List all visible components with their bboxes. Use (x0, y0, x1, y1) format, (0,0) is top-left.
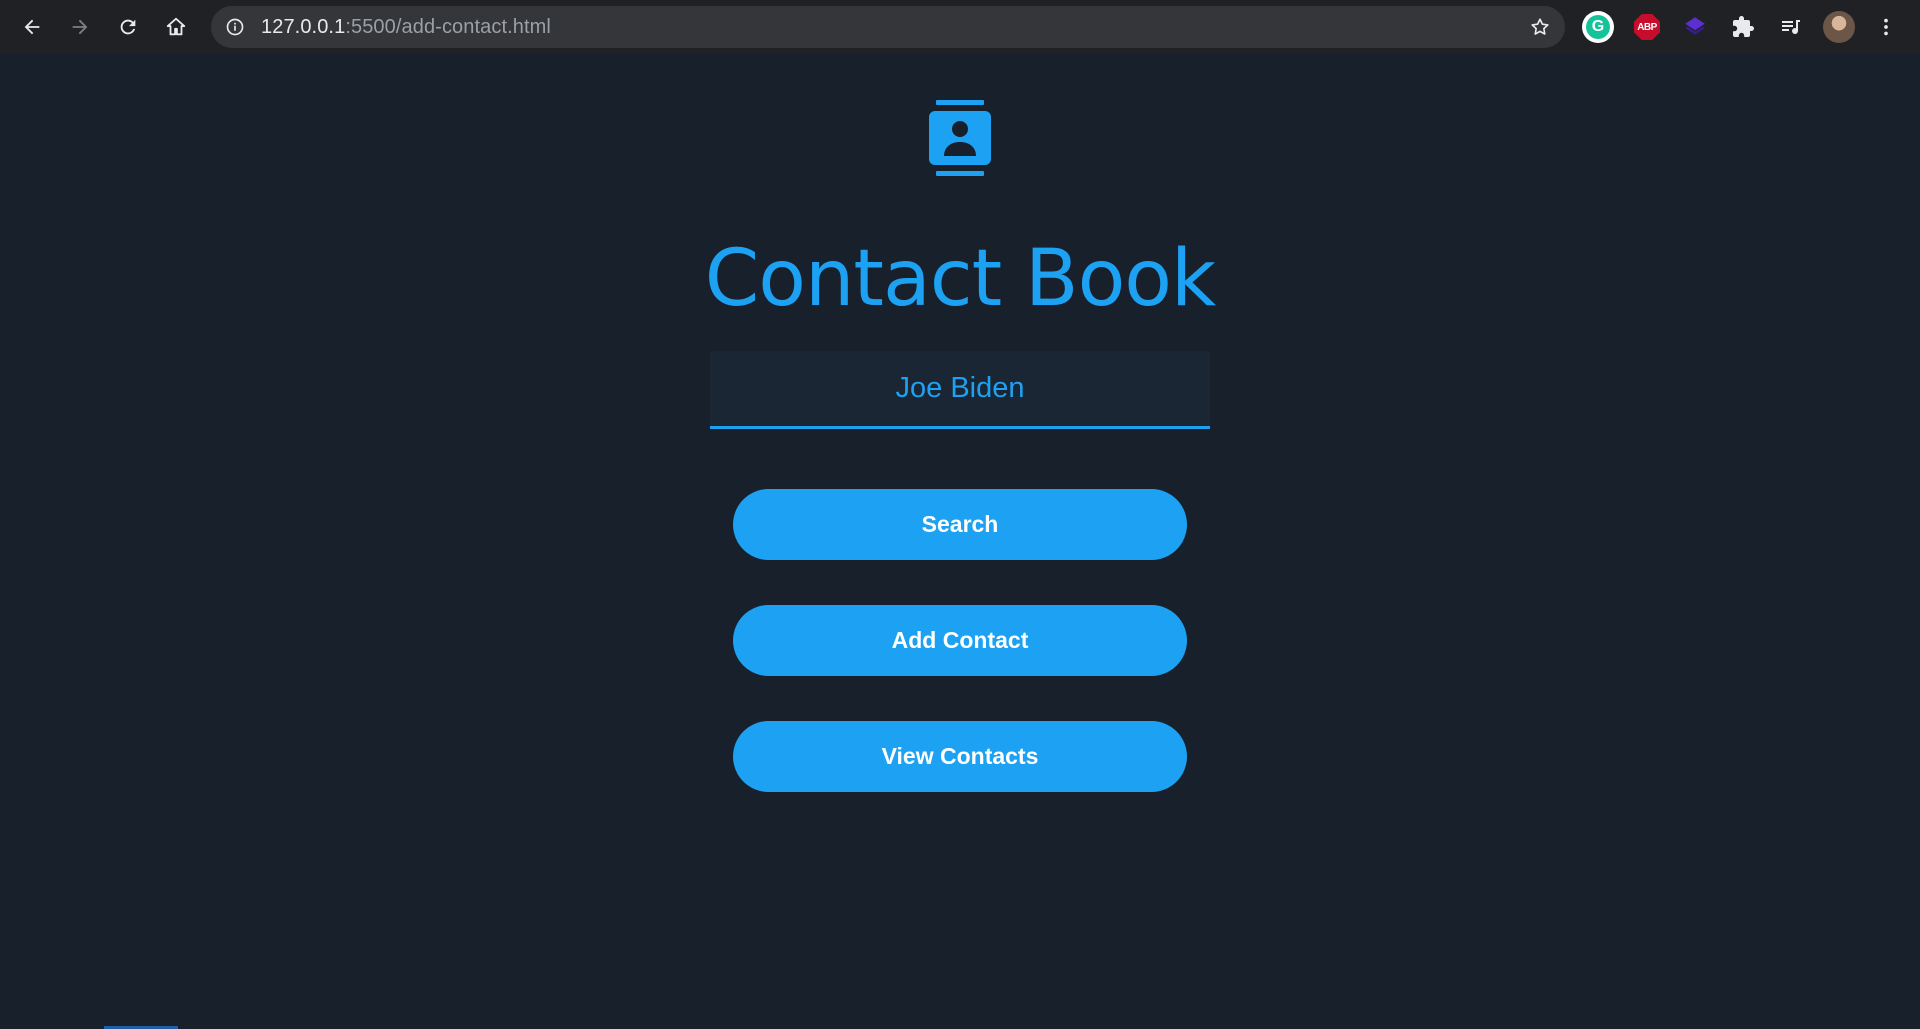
url-host: 127.0.0.1 (261, 16, 346, 38)
abp-label: ABP (1634, 14, 1660, 40)
back-arrow-icon[interactable] (14, 9, 50, 45)
search-button[interactable]: Search (733, 489, 1187, 560)
forward-arrow-icon[interactable] (62, 9, 98, 45)
site-info-icon[interactable] (225, 17, 245, 37)
view-contacts-button[interactable]: View Contacts (733, 721, 1187, 792)
bookmark-star-icon[interactable] (1529, 16, 1551, 38)
reload-icon[interactable] (110, 9, 146, 45)
browser-toolbar: 127.0.0.1:5500/add-contact.html G ABP (0, 0, 1920, 54)
purple-layers-icon[interactable] (1679, 11, 1711, 43)
address-bar[interactable]: 127.0.0.1:5500/add-contact.html (211, 6, 1565, 48)
search-input[interactable] (710, 351, 1210, 429)
media-queue-icon[interactable] (1775, 11, 1807, 43)
page-content: Contact Book Search Add Contact View Con… (0, 54, 1920, 1029)
puzzle-extensions-icon[interactable] (1727, 11, 1759, 43)
grammarly-icon[interactable]: G (1582, 11, 1614, 43)
url-path: :5500/add-contact.html (345, 16, 551, 38)
url-text[interactable]: 127.0.0.1:5500/add-contact.html (261, 6, 551, 48)
home-icon[interactable] (158, 9, 194, 45)
add-contact-button[interactable]: Add Contact (733, 605, 1187, 676)
adblock-plus-icon[interactable]: ABP (1631, 11, 1663, 43)
contact-book-icon (929, 100, 991, 176)
page-title: Contact Book (704, 234, 1216, 324)
grammarly-letter: G (1586, 15, 1610, 39)
more-menu-icon[interactable] (1868, 9, 1904, 45)
profile-avatar[interactable] (1823, 11, 1855, 43)
